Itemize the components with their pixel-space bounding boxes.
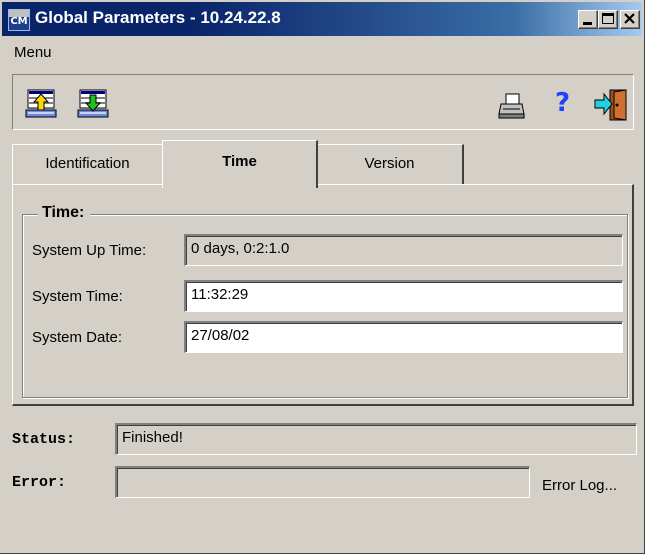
close-button[interactable] (620, 10, 640, 29)
title-bar[interactable]: CM Global Parameters - 10.24.22.8 (2, 2, 642, 36)
app-icon: CM (8, 9, 30, 31)
system-time-label: System Time: (32, 288, 123, 305)
tab-time[interactable]: Time (162, 140, 318, 188)
maximize-button[interactable] (598, 10, 618, 29)
window-title: Global Parameters - 10.24.22.8 (35, 8, 281, 27)
download-button[interactable] (77, 88, 111, 124)
exit-icon (594, 89, 627, 121)
status-label: Status: (12, 431, 76, 448)
menu-item-menu[interactable]: Menu (14, 44, 52, 61)
tab-version[interactable]: Version (316, 144, 464, 184)
error-field (115, 466, 530, 498)
system-up-time-field: 0 days, 0:2:1.0 (184, 234, 623, 266)
maximize-icon (602, 13, 614, 24)
system-date-field[interactable]: 27/08/02 (184, 321, 623, 353)
print-icon (498, 93, 525, 119)
minimize-icon (583, 22, 592, 25)
system-time-field[interactable]: 11:32:29 (184, 280, 623, 312)
tab-identification[interactable]: Identification (12, 144, 164, 184)
exit-button[interactable] (594, 88, 630, 126)
close-icon (624, 13, 635, 24)
upload-button[interactable] (25, 88, 59, 124)
minimize-button[interactable] (578, 10, 598, 29)
print-button[interactable] (498, 92, 526, 124)
system-date-label: System Date: (32, 329, 123, 346)
time-group-title: Time: (38, 204, 91, 222)
help-icon[interactable]: ? (555, 88, 570, 118)
system-up-time-label: System Up Time: (32, 242, 147, 259)
download-icon (77, 89, 109, 118)
main-window: CM Global Parameters - 10.24.22.8 Menu ?… (0, 0, 645, 554)
status-field: Finished! (115, 423, 637, 455)
error-label: Error: (12, 474, 67, 491)
upload-icon (25, 89, 57, 118)
error-log-button[interactable]: Error Log... (542, 477, 617, 494)
